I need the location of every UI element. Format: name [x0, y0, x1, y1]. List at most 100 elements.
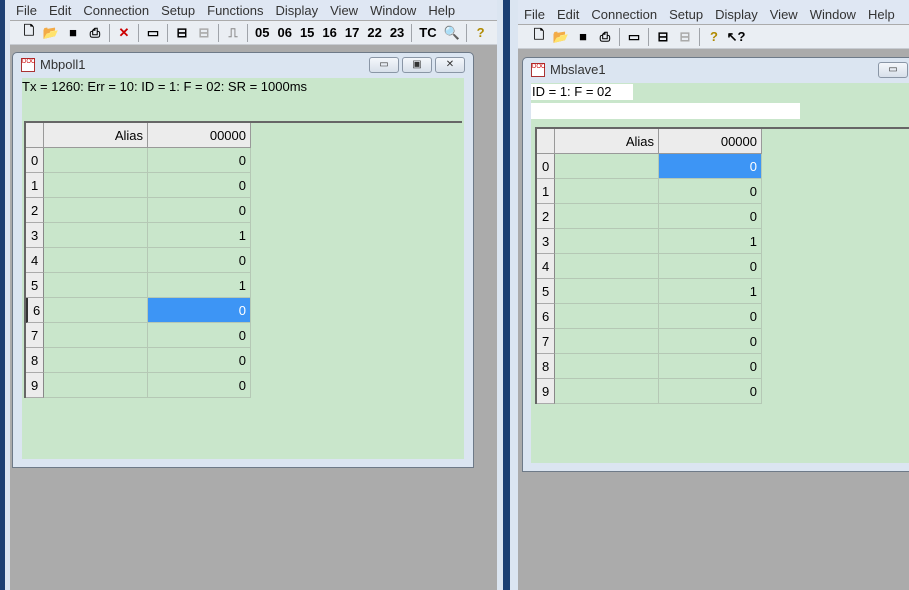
open-icon[interactable]: 📂: [40, 23, 62, 43]
alias-cell[interactable]: [44, 298, 148, 323]
alias-cell[interactable]: [44, 173, 148, 198]
value-cell[interactable]: 0: [659, 329, 762, 354]
print-icon[interactable]: ⎙: [594, 27, 616, 47]
row-index[interactable]: 4: [537, 254, 555, 279]
save-icon[interactable]: ■: [62, 23, 84, 43]
menu-edit[interactable]: Edit: [551, 7, 585, 22]
alias-cell[interactable]: [44, 148, 148, 173]
menu-connection[interactable]: Connection: [585, 7, 663, 22]
delete-icon[interactable]: ✕: [113, 23, 135, 43]
alias-cell[interactable]: [44, 273, 148, 298]
row-index[interactable]: 6: [26, 298, 44, 323]
value-cell[interactable]: 0: [659, 304, 762, 329]
fc-17-button[interactable]: 17: [341, 25, 363, 40]
row-index[interactable]: 2: [26, 198, 44, 223]
menu-setup[interactable]: Setup: [663, 7, 709, 22]
row-index[interactable]: 1: [537, 179, 555, 204]
value-cell[interactable]: 0: [659, 354, 762, 379]
value-cell[interactable]: 0: [659, 254, 762, 279]
help-icon[interactable]: ?: [703, 27, 725, 47]
value-cell[interactable]: 0: [148, 298, 251, 323]
row-index[interactable]: 5: [537, 279, 555, 304]
value-cell[interactable]: 0: [148, 248, 251, 273]
menu-edit[interactable]: Edit: [43, 3, 77, 18]
connect-icon[interactable]: ⊟: [652, 27, 674, 47]
menu-display[interactable]: Display: [270, 3, 325, 18]
fc-15-button[interactable]: 15: [296, 25, 318, 40]
row-index[interactable]: 5: [26, 273, 44, 298]
menu-functions[interactable]: Functions: [201, 3, 269, 18]
address-header[interactable]: 00000: [659, 129, 762, 154]
connect-icon[interactable]: ⊟: [171, 23, 193, 43]
corner-cell[interactable]: [26, 123, 44, 148]
fc-23-button[interactable]: 23: [386, 25, 408, 40]
help-icon[interactable]: ?: [470, 23, 492, 43]
value-cell[interactable]: 0: [148, 373, 251, 398]
new-icon[interactable]: 🗋: [528, 27, 550, 47]
row-index[interactable]: 1: [26, 173, 44, 198]
row-index[interactable]: 4: [26, 248, 44, 273]
alias-cell[interactable]: [555, 354, 659, 379]
alias-cell[interactable]: [555, 179, 659, 204]
new-icon[interactable]: 🗋: [18, 23, 40, 43]
row-index[interactable]: 6: [537, 304, 555, 329]
menu-file[interactable]: File: [518, 7, 551, 22]
value-cell[interactable]: 0: [148, 323, 251, 348]
maximize-button[interactable]: ▣: [402, 57, 432, 73]
menu-view[interactable]: View: [324, 3, 364, 18]
alias-cell[interactable]: [555, 204, 659, 229]
alias-cell[interactable]: [44, 248, 148, 273]
pulse-icon[interactable]: ⎍: [222, 23, 244, 43]
alias-cell[interactable]: [555, 254, 659, 279]
menu-setup[interactable]: Setup: [155, 3, 201, 18]
fc-05-button[interactable]: 05: [251, 25, 273, 40]
print-icon[interactable]: ⎙: [84, 23, 106, 43]
row-index[interactable]: 7: [26, 323, 44, 348]
menu-window[interactable]: Window: [364, 3, 422, 18]
alias-cell[interactable]: [44, 373, 148, 398]
alias-cell[interactable]: [555, 379, 659, 404]
corner-cell[interactable]: [537, 129, 555, 154]
address-header[interactable]: 00000: [148, 123, 251, 148]
tc-button[interactable]: TC: [415, 25, 440, 40]
menu-help[interactable]: Help: [862, 7, 901, 22]
fc-16-button[interactable]: 16: [318, 25, 340, 40]
row-index[interactable]: 9: [26, 373, 44, 398]
alias-cell[interactable]: [44, 223, 148, 248]
value-cell[interactable]: 0: [659, 179, 762, 204]
alias-header[interactable]: Alias: [44, 123, 148, 148]
context-help-icon[interactable]: ↖?: [725, 27, 747, 47]
fc-22-button[interactable]: 22: [363, 25, 385, 40]
open-icon[interactable]: 📂: [550, 27, 572, 47]
value-cell[interactable]: 1: [659, 279, 762, 304]
value-cell[interactable]: 0: [659, 154, 762, 179]
menu-file[interactable]: File: [10, 3, 43, 18]
row-index[interactable]: 8: [537, 354, 555, 379]
alias-cell[interactable]: [44, 323, 148, 348]
row-index[interactable]: 9: [537, 379, 555, 404]
row-index[interactable]: 3: [26, 223, 44, 248]
alias-cell[interactable]: [555, 154, 659, 179]
monitor-icon[interactable]: 🔍: [441, 23, 463, 43]
alias-cell[interactable]: [44, 348, 148, 373]
disconnect-icon[interactable]: ⊟: [674, 27, 696, 47]
minimize-button[interactable]: ▭: [878, 62, 908, 78]
disconnect-icon[interactable]: ⊟: [193, 23, 215, 43]
alias-cell[interactable]: [555, 279, 659, 304]
row-index[interactable]: 2: [537, 204, 555, 229]
menu-display[interactable]: Display: [709, 7, 764, 22]
minimize-button[interactable]: ▭: [369, 57, 399, 73]
value-cell[interactable]: 0: [659, 204, 762, 229]
value-cell[interactable]: 0: [659, 379, 762, 404]
window-icon[interactable]: ▭: [623, 27, 645, 47]
menu-help[interactable]: Help: [422, 3, 461, 18]
value-cell[interactable]: 0: [148, 198, 251, 223]
value-cell[interactable]: 0: [148, 173, 251, 198]
value-cell[interactable]: 1: [148, 223, 251, 248]
alias-header[interactable]: Alias: [555, 129, 659, 154]
menu-connection[interactable]: Connection: [77, 3, 155, 18]
alias-cell[interactable]: [555, 304, 659, 329]
alias-cell[interactable]: [555, 329, 659, 354]
row-index[interactable]: 3: [537, 229, 555, 254]
value-cell[interactable]: 0: [148, 148, 251, 173]
